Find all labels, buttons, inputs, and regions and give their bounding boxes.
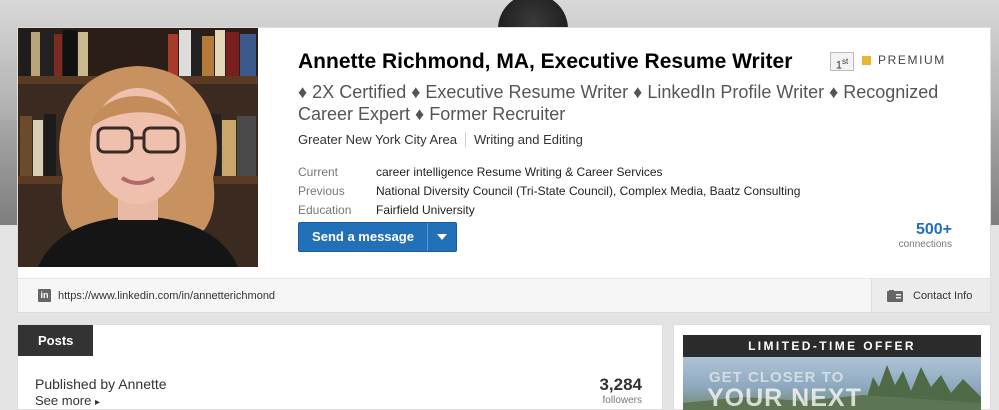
ad-header: LIMITED-TIME OFFER	[683, 335, 981, 357]
caret-down-icon	[437, 234, 447, 240]
education-row: Education Fairfield University	[298, 202, 475, 217]
tab-posts[interactable]: Posts	[18, 325, 93, 356]
published-by-label: Published by Annette	[35, 376, 167, 392]
location-link[interactable]: Greater New York City Area	[298, 132, 457, 147]
education-link[interactable]: Fairfield University	[376, 203, 475, 217]
profile-summary: Current career intelligence Resume Writi…	[298, 162, 800, 219]
previous-row: Previous National Diversity Council (Tri…	[298, 183, 801, 198]
see-more-link[interactable]: See more ▸	[35, 393, 100, 408]
connections-count[interactable]: 500+ connections	[899, 221, 952, 250]
location-industry: Greater New York City Area Writing and E…	[298, 132, 583, 147]
linkedin-icon: in	[38, 289, 51, 302]
profile-card-footer: in https://www.linkedin.com/in/annetteri…	[18, 278, 990, 312]
public-profile-url[interactable]: in https://www.linkedin.com/in/annetteri…	[38, 289, 275, 302]
more-actions-dropdown[interactable]	[428, 223, 456, 251]
profile-photo[interactable]	[18, 28, 258, 267]
posts-card: Posts Published by Annette See more ▸ 3,…	[17, 324, 663, 410]
profile-card: Annette Richmond, MA, Executive Resume W…	[17, 27, 991, 313]
ad-line-2: YOUR NEXT	[707, 384, 862, 410]
ad-card[interactable]: LIMITED-TIME OFFER GET CLOSER TO YOUR NE…	[673, 324, 991, 410]
send-message-button-group: Send a message	[298, 222, 457, 252]
send-message-button[interactable]: Send a message	[299, 223, 427, 251]
ad-image[interactable]: GET CLOSER TO YOUR NEXT	[683, 357, 981, 410]
contact-info-button[interactable]: Contact Info	[871, 279, 990, 312]
premium-badge[interactable]: PREMIUM	[862, 53, 946, 67]
connection-degree-badge: 1st	[830, 52, 854, 72]
current-position-link[interactable]: career intelligence Resume Writing & Car…	[376, 165, 663, 179]
premium-badge-icon	[862, 55, 871, 65]
current-row: Current career intelligence Resume Writi…	[298, 164, 663, 179]
previous-positions-link[interactable]: National Diversity Council (Tri-State Co…	[376, 184, 800, 198]
followers-count: 3,284 followers	[599, 375, 642, 406]
profile-name: Annette Richmond, MA, Executive Resume W…	[298, 50, 793, 73]
contact-card-icon	[887, 289, 903, 302]
profile-headline: ♦ 2X Certified ♦ Executive Resume Writer…	[298, 82, 939, 124]
chevron-right-icon: ▸	[95, 397, 101, 408]
industry-link[interactable]: Writing and Editing	[474, 132, 583, 147]
